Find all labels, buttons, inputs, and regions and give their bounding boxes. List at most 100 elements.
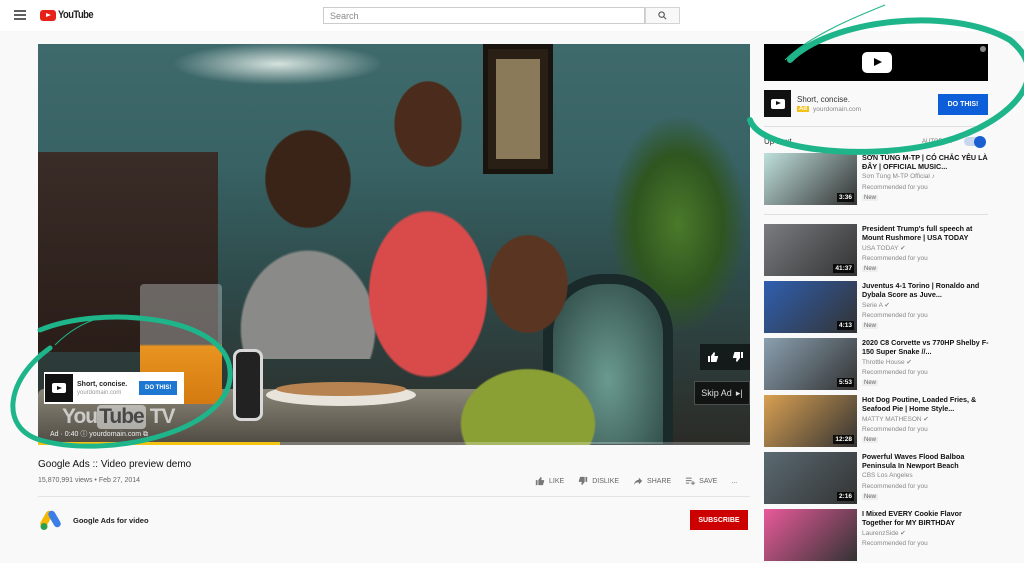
recommendation-reason: Recommended for you: [862, 426, 928, 433]
recommendation-reason: Recommended for you: [862, 184, 928, 191]
channel-name[interactable]: LaurenzSide ✔: [862, 529, 906, 537]
new-badge: New: [862, 380, 879, 386]
video-title[interactable]: Hot Dog Poutine, Loaded Fries, & Seafood…: [862, 395, 992, 413]
search-button[interactable]: [645, 7, 680, 24]
video-thumbnail[interactable]: 3:36: [764, 153, 857, 205]
video-title: Google Ads :: Video preview demo: [38, 459, 192, 470]
channel-name[interactable]: Throttle House ✔: [862, 358, 912, 366]
logo-text: YouTube: [58, 9, 94, 21]
video-title[interactable]: Juventus 4-1 Torino | Ronaldo and Dybala…: [862, 281, 992, 299]
recommendation-reason: Recommended for you: [862, 255, 928, 262]
thumbs-down-icon[interactable]: [732, 351, 744, 363]
video-player[interactable]: Short, concise. yourdomain.com DO THIS! …: [38, 44, 750, 445]
ad-cta-button[interactable]: DO THIS!: [139, 381, 178, 395]
video-title[interactable]: Powerful Waves Flood Balboa Peninsula In…: [862, 452, 992, 470]
new-badge: New: [862, 323, 879, 329]
divider: [764, 214, 988, 215]
divider: [764, 126, 988, 127]
channel-name[interactable]: Google Ads for video: [73, 516, 149, 525]
save-button[interactable]: SAVE: [685, 476, 717, 486]
video-title[interactable]: President Trump's full speech at Mount R…: [862, 224, 992, 242]
companion-ad-banner[interactable]: [764, 44, 988, 81]
more-icon: ...: [731, 477, 738, 485]
thumbs-down-icon: [579, 476, 588, 486]
ad-overlay-title: Short, concise.: [77, 380, 128, 388]
video-title[interactable]: SƠN TÙNG M-TP | CÓ CHẮC YÊU LÀ ĐÂY | OFF…: [862, 153, 992, 171]
save-label: SAVE: [699, 477, 718, 485]
recommendation-item[interactable]: 12:28 Hot Dog Poutine, Loaded Fries, & Se…: [764, 395, 1004, 449]
play-icon: [52, 383, 66, 393]
recommendation-reason: Recommended for you: [862, 312, 928, 319]
video-duration: 4:13: [836, 321, 854, 330]
video-title[interactable]: 2020 C8 Corvette vs 770HP Shelby F-150 S…: [862, 338, 992, 356]
subscribe-button[interactable]: SUBSCRIBE: [690, 510, 748, 530]
search-icon: [658, 11, 667, 20]
thumbs-up-icon: [535, 476, 545, 486]
ad-logo: [45, 374, 73, 402]
skip-ad-label: Skip Ad: [701, 388, 732, 398]
ad-overlay-card[interactable]: Short, concise. yourdomain.com DO THIS!: [44, 372, 184, 404]
hamburger-menu-icon[interactable]: [14, 10, 26, 20]
companion-ad-title: Short, concise.: [797, 95, 850, 104]
video-thumbnail[interactable]: 41:37: [764, 224, 857, 276]
video-thumbnail[interactable]: 5:53: [764, 338, 857, 390]
companion-ad-cta-button[interactable]: DO THIS!: [938, 94, 988, 115]
channel-name[interactable]: MATTY MATHESON ✔: [862, 415, 929, 423]
share-button[interactable]: SHARE: [633, 476, 671, 486]
thumbs-up-icon[interactable]: [707, 351, 719, 363]
recommendation-reason: Recommended for you: [862, 483, 928, 490]
scene-pancake: [276, 382, 406, 396]
recommendation-item[interactable]: 4:13 Juventus 4-1 Torino | Ronaldo and Dy…: [764, 281, 1004, 335]
more-actions-button[interactable]: ...: [731, 478, 737, 485]
recommendation-item[interactable]: 5:53 2020 C8 Corvette vs 770HP Shelby F-1…: [764, 338, 1004, 392]
recommendation-item[interactable]: I Mixed EVERY Cookie Flavor Together for…: [764, 509, 1004, 563]
video-duration: 12:28: [833, 435, 854, 444]
ad-overlay-url[interactable]: yourdomain.com: [77, 390, 139, 396]
video-title[interactable]: I Mixed EVERY Cookie Flavor Together for…: [862, 509, 992, 527]
recommendation-item[interactable]: 3:36 SƠN TÙNG M-TP | CÓ CHẮC YÊU LÀ ĐÂY |…: [764, 153, 1004, 207]
youtube-logo[interactable]: YouTube: [40, 9, 99, 21]
google-ads-logo[interactable]: [38, 507, 64, 531]
share-label: SHARE: [647, 477, 672, 485]
recommendation-item[interactable]: 2:16 Powerful Waves Flood Balboa Peninsul…: [764, 452, 1004, 506]
video-actions: LIKE DISLIKE SHARE SAVE ...: [535, 476, 751, 486]
skip-next-icon: ▸|: [735, 387, 743, 398]
video-thumbnail[interactable]: 12:28: [764, 395, 857, 447]
share-icon: [633, 477, 643, 486]
watermark-part: TV: [149, 405, 176, 428]
ad-info-icon[interactable]: [980, 46, 986, 52]
ad-info-text[interactable]: Ad · 0:40 ⓘ yourdomain.com ⧉: [50, 429, 148, 439]
divider: [38, 496, 750, 497]
video-thumbnail[interactable]: 2:16: [764, 452, 857, 504]
video-duration: 41:37: [833, 264, 854, 273]
progress-fill: [38, 442, 281, 445]
companion-ad-url[interactable]: yourdomain.com: [813, 106, 861, 113]
dislike-button[interactable]: DISLIKE: [578, 476, 619, 486]
recommendation-reason: Recommended for you: [862, 369, 928, 376]
new-badge: New: [862, 266, 879, 272]
channel-name[interactable]: USA TODAY ✔: [862, 244, 906, 252]
video-duration: 2:16: [836, 492, 854, 501]
watermark-part: Tube: [97, 405, 146, 429]
channel-name[interactable]: CBS Los Angeles: [862, 472, 913, 479]
video-thumbnail[interactable]: 4:13: [764, 281, 857, 333]
youtube-tv-watermark: You Tube TV: [62, 405, 176, 429]
new-badge: New: [862, 494, 879, 500]
up-next-label: Up next: [764, 137, 792, 146]
watermark-part: You: [62, 405, 98, 428]
autoplay-label: AUTOPLAY: [922, 139, 954, 145]
video-thumbnail[interactable]: [764, 509, 857, 561]
playlist-add-icon: [686, 477, 696, 486]
progress-bar[interactable]: [38, 442, 750, 445]
channel-name[interactable]: Serie A ✔: [862, 301, 890, 309]
like-button[interactable]: LIKE: [535, 476, 564, 486]
autoplay-toggle[interactable]: [964, 135, 986, 148]
companion-ad-logo: [764, 90, 791, 117]
dislike-label: DISLIKE: [592, 477, 620, 485]
channel-name[interactable]: Sơn Tùng M-TP Official ♪: [862, 173, 935, 180]
search-input[interactable]: Search: [323, 7, 645, 24]
ad-rating-controls: [700, 344, 750, 370]
recommendation-item[interactable]: 41:37 President Trump's full speech at Mo…: [764, 224, 1004, 278]
scene-person: [418, 194, 658, 445]
skip-ad-button[interactable]: Skip Ad ▸|: [694, 381, 750, 405]
